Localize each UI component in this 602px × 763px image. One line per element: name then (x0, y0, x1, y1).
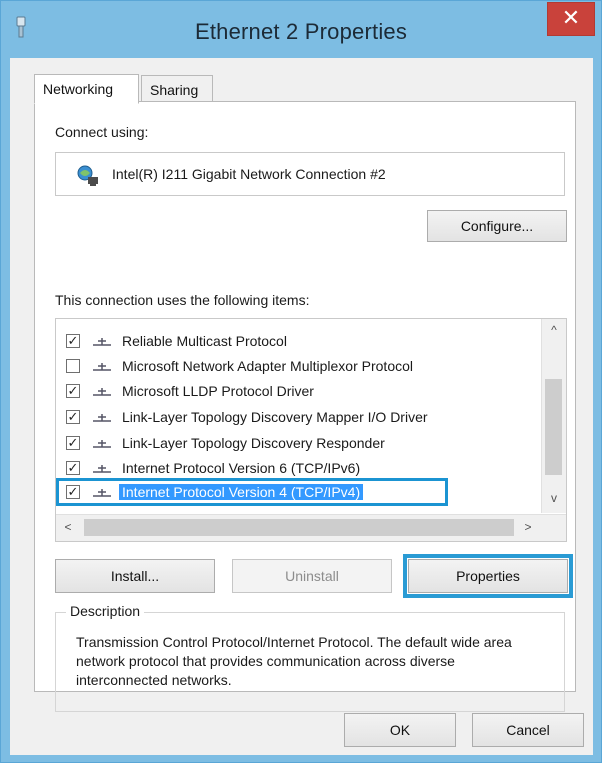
item-checkbox[interactable]: ✓ (66, 436, 80, 450)
item-label: Internet Protocol Version 6 (TCP/IPv6) (122, 460, 361, 476)
item-checkbox[interactable]: ✓ (66, 384, 80, 398)
window-title: Ethernet 2 Properties (194, 19, 408, 44)
list-item[interactable]: ✓ Internet Protocol Version 6 (TCP/IPv6) (56, 456, 542, 482)
horizontal-scrollbar[interactable]: < > (56, 514, 566, 541)
connect-using-label: Connect using: (55, 124, 149, 140)
close-button[interactable]: ✕ (547, 2, 595, 36)
item-checkbox[interactable]: ✓ (66, 410, 80, 424)
install-button[interactable]: Install... (55, 559, 215, 593)
item-label: Internet Protocol Version 4 (TCP/IPv4) (119, 484, 364, 500)
scroll-up-arrow-icon[interactable]: ^ (542, 323, 566, 337)
list-item[interactable]: ✓ Microsoft LLDP Protocol Driver (56, 379, 542, 405)
protocol-icon (93, 363, 111, 371)
horizontal-scroll-thumb[interactable] (84, 519, 514, 536)
scroll-right-arrow-icon[interactable]: > (516, 520, 540, 534)
list-item[interactable]: ✓ Link-Layer Topology Discovery Mapper I… (56, 405, 542, 431)
vertical-scrollbar[interactable]: ^ v (541, 319, 566, 513)
description-group: Description Transmission Control Protoco… (55, 603, 565, 712)
item-label: Link-Layer Topology Discovery Responder (122, 435, 385, 451)
networking-panel: Connect using: Intel(R) I211 Gigabit Net… (34, 101, 576, 712)
list-item-selected[interactable]: ✓ Internet Protocol Version 4 (TCP/IPv4) (56, 480, 542, 506)
title-bar[interactable]: Ethernet 2 Properties ✕ (1, 1, 601, 57)
close-icon: ✕ (561, 5, 581, 30)
scroll-left-arrow-icon[interactable]: < (56, 520, 80, 534)
item-checkbox[interactable]: ✓ (66, 461, 80, 475)
tab-sharing[interactable]: Sharing (141, 75, 213, 103)
protocol-icon (93, 414, 111, 422)
protocol-icon (93, 465, 111, 473)
item-label: Microsoft Network Adapter Multiplexor Pr… (122, 358, 413, 374)
scroll-down-arrow-icon[interactable]: v (542, 491, 566, 505)
items-label: This connection uses the following items… (55, 292, 310, 308)
properties-window: Ethernet 2 Properties ✕ Networking Shari… (0, 0, 602, 763)
adapter-name: Intel(R) I211 Gigabit Network Connection… (112, 166, 386, 182)
vertical-scroll-thumb[interactable] (545, 379, 562, 475)
items-list[interactable]: ✓ Reliable Multicast Protocol Microsoft … (55, 318, 567, 542)
properties-button[interactable]: Properties (403, 554, 573, 598)
network-adapter-icon (77, 165, 98, 186)
adapter-box: Intel(R) I211 Gigabit Network Connection… (55, 152, 565, 196)
tab-networking[interactable]: Networking (34, 74, 139, 104)
ok-button[interactable]: OK (344, 713, 456, 747)
item-checkbox[interactable] (66, 359, 80, 373)
description-text: Transmission Control Protocol/Internet P… (76, 634, 512, 688)
description-legend: Description (66, 603, 145, 619)
protocol-icon (93, 489, 111, 497)
item-label: Microsoft LLDP Protocol Driver (122, 383, 314, 399)
protocol-icon (93, 388, 111, 396)
item-label: Reliable Multicast Protocol (122, 333, 287, 349)
item-checkbox[interactable]: ✓ (66, 485, 80, 499)
list-item[interactable]: ✓ Reliable Multicast Protocol (56, 329, 542, 355)
item-label: Link-Layer Topology Discovery Mapper I/O… (122, 409, 428, 425)
cancel-button[interactable]: Cancel (472, 713, 584, 747)
list-item[interactable]: Microsoft Network Adapter Multiplexor Pr… (56, 354, 542, 380)
item-checkbox[interactable]: ✓ (66, 334, 80, 348)
uninstall-button[interactable]: Uninstall (232, 559, 392, 593)
protocol-icon (93, 338, 111, 346)
dialog-body: Networking Sharing Connect using: Intel(… (10, 58, 593, 755)
protocol-icon (93, 440, 111, 448)
list-item[interactable]: ✓ Link-Layer Topology Discovery Responde… (56, 431, 542, 457)
configure-button[interactable]: Configure... (427, 210, 567, 242)
